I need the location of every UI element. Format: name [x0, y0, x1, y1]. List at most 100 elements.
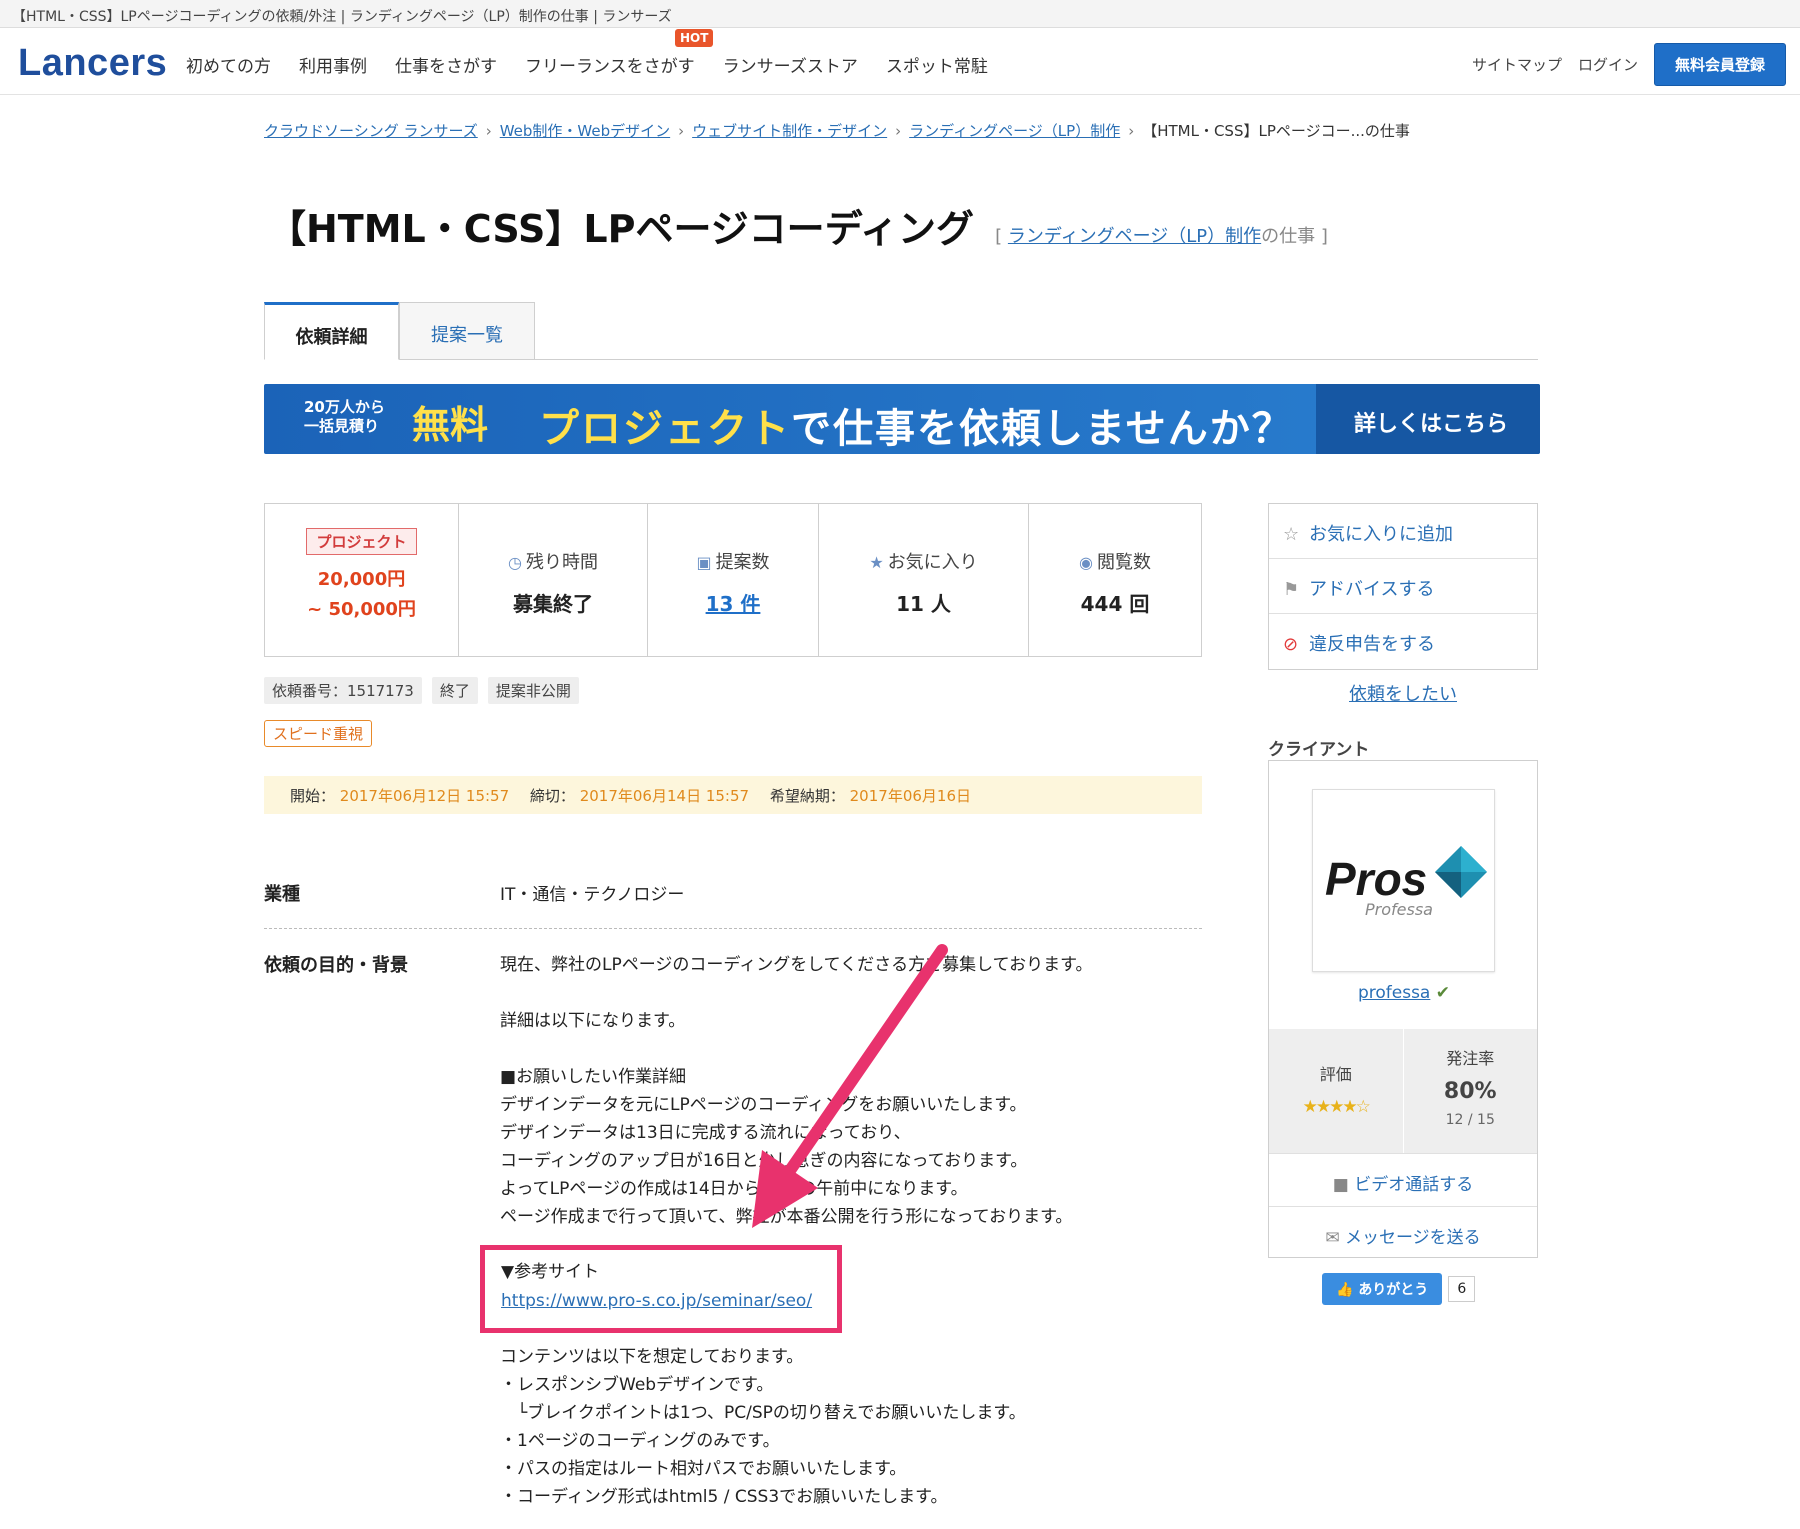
client-rates: 評価 ★★★★☆ 発注率 80% 12 / 15 — [1269, 1029, 1537, 1153]
nav-beginners[interactable]: 初めての方 — [186, 52, 271, 77]
video-call-button[interactable]: ■ ビデオ通話する — [1269, 1153, 1537, 1206]
remaining-label: ◷ 残り時間 — [459, 548, 647, 574]
body-line: ■お願いしたい作業詳細 — [500, 1067, 687, 1087]
client-username-link[interactable]: professa — [1358, 983, 1430, 1003]
job-id-tag: 依頼番号：1517173 — [264, 677, 422, 704]
report-button[interactable]: ⊘ 違反申告をする — [1269, 614, 1537, 669]
project-banner[interactable]: 20万人から 一括見積り 無料 プロジェクトで仕事を依頼しませんか？ 詳しくはこ… — [264, 384, 1540, 454]
order-rate-value: 80% — [1443, 1079, 1497, 1104]
body-line: ・コーディング形式はhtml5 / CSS3でお願いいたします。 — [500, 1487, 948, 1507]
body-line: デザインデータは13日に完成する流れになっており、 — [500, 1123, 911, 1143]
request-link[interactable]: 依頼をしたい — [1349, 684, 1457, 705]
industry-row: 業種 IT・通信・テクノロジー — [264, 880, 1202, 929]
proposals-count-link[interactable]: 13 件 — [706, 592, 761, 616]
body-line: ページ作成まで行って頂いて、弊社が本番公開を行う形になっております。 — [500, 1207, 1073, 1227]
start-label: 開始： — [290, 787, 336, 805]
stat-favorites: ★ お気に入り 11 人 — [819, 504, 1029, 656]
banner-free: 無料 — [412, 403, 489, 447]
body-line: ・レスポンシブWebデザインです。 — [500, 1375, 774, 1395]
project-badge: プロジェクト — [306, 528, 417, 555]
clock-icon: ◷ — [508, 553, 522, 572]
breadcrumb-separator: › — [895, 122, 902, 140]
job-stats: プロジェクト 20,000円 ~ 50,000円 ◷ 残り時間 募集終了 ▣ 提案数… — [264, 503, 1202, 657]
category-close: ] — [1320, 226, 1328, 247]
star-icon: ★ — [869, 553, 884, 572]
deadline-label: 締切： — [529, 787, 575, 805]
page-title: 【HTML・CSS】LPページコーディング — [268, 207, 975, 251]
body-line: ・パスの指定はルート相対パスでお願いいたします。 — [500, 1459, 907, 1479]
banner-left-line1: 20万人から — [304, 398, 385, 416]
header-right: サイトマップ ログイン 無料会員登録 — [1472, 43, 1786, 86]
star-outline-icon: ☆ — [1283, 524, 1300, 545]
prohibited-icon: ⊘ — [1283, 634, 1299, 655]
breadcrumb-web[interactable]: Web制作・Webデザイン — [500, 122, 670, 140]
login-link[interactable]: ログイン — [1578, 54, 1638, 75]
video-call-label: ビデオ通話する — [1354, 1175, 1474, 1195]
body-line: ・1ページのコーディングのみです。 — [500, 1431, 780, 1451]
add-favorite-button[interactable]: ☆ お気に入りに追加 — [1269, 504, 1537, 559]
advice-label: アドバイスする — [1309, 579, 1435, 600]
nav-store[interactable]: ランサーズストア — [723, 52, 858, 77]
remaining-label-text: 残り時間 — [525, 552, 598, 573]
client-username-row: professa ✔ — [1269, 983, 1539, 1003]
order-ratio: 12 / 15 — [1445, 1112, 1495, 1128]
nav-find-jobs[interactable]: 仕事をさがす — [395, 52, 497, 77]
tab-proposals[interactable]: 提案一覧 — [399, 302, 535, 360]
start-date: 2017年06月12日 15:57 — [339, 787, 510, 805]
favorites-label-text: お気に入り — [887, 552, 978, 573]
job-tags: 依頼番号：1517173 終了 提案非公開 — [264, 677, 579, 704]
price-min: 20,000円 — [317, 569, 406, 590]
breadcrumb-current: 【HTML・CSS】LPページコー...の仕事 — [1142, 122, 1410, 140]
job-detail: 業種 IT・通信・テクノロジー 依頼の目的・背景 現在、弊社のLPページのコーデ… — [264, 880, 1202, 1511]
speed-tag: スピード重視 — [264, 720, 373, 747]
hot-badge: HOT — [675, 29, 714, 47]
verified-user-icon: ✔ — [1435, 983, 1451, 1003]
tabs: 依頼詳細 提案一覧 — [264, 302, 1538, 360]
send-message-button[interactable]: ✉ メッセージを送る — [1269, 1206, 1537, 1259]
tab-detail[interactable]: 依頼詳細 — [264, 302, 399, 360]
date-bar: 開始： 2017年06月12日 15:57 締切： 2017年06月14日 15… — [264, 776, 1202, 814]
advice-button[interactable]: ⚑ アドバイスする — [1269, 559, 1537, 614]
thanks-widget: 👍 ありがとう 6 — [1322, 1273, 1476, 1305]
purpose-row: 依頼の目的・背景 現在、弊社のLPページのコーディングをしてくださる方を募集して… — [264, 929, 1202, 1511]
body-line: コンテンツは以下を想定しております。 — [500, 1347, 804, 1367]
lancers-logo[interactable]: Lancers — [18, 42, 167, 85]
title-row: 【HTML・CSS】LPページコーディング [ ランディングページ（LP）制作の… — [268, 198, 1328, 253]
global-nav: 初めての方 利用事例 仕事をさがす フリーランスをさがす HOT ランサーズストア… — [186, 29, 1016, 77]
sitemap-link[interactable]: サイトマップ — [1472, 54, 1562, 75]
thanks-label: ありがとう — [1358, 1282, 1429, 1298]
category-link[interactable]: ランディングページ（LP）制作 — [1008, 226, 1261, 247]
stat-proposals: ▣ 提案数 13 件 — [648, 504, 819, 656]
nav-find-freelancers[interactable]: フリーランスをさがす HOT — [525, 29, 714, 77]
breadcrumb-website[interactable]: ウェブサイト制作・デザイン — [692, 122, 887, 140]
thanks-button[interactable]: 👍 ありがとう — [1322, 1273, 1443, 1305]
video-camera-icon: ■ — [1332, 1175, 1349, 1195]
breadcrumb-home[interactable]: クラウドソーシング ランサーズ — [264, 122, 478, 140]
reference-url-link[interactable]: https://www.pro-s.co.jp/seminar/seo/ — [501, 1291, 812, 1311]
signup-button[interactable]: 無料会員登録 — [1653, 43, 1786, 86]
window-title: 【HTML・CSS】LPページコーディングの依頼/外注 | ランディングページ（… — [0, 0, 1800, 28]
client-order-rate: 発注率 80% 12 / 15 — [1404, 1029, 1538, 1153]
stat-price: プロジェクト 20,000円 ~ 50,000円 — [265, 504, 459, 656]
body-line: 詳細は以下になります。 — [500, 1011, 686, 1031]
banner-cta[interactable]: 詳しくはこちら — [1316, 384, 1540, 454]
body-line: コーディングのアップ日が16日と少し急ぎの内容になっております。 — [500, 1151, 1028, 1171]
body-line: └ブレイクポイントは1つ、PC/SPの切り替えでお願いいたします。 — [500, 1403, 1026, 1423]
body-line: デザインデータを元にLPページのコーディングをお願いいたします。 — [500, 1095, 1027, 1115]
stat-remaining: ◷ 残り時間 募集終了 — [459, 504, 648, 656]
breadcrumb-lp[interactable]: ランディングページ（LP）制作 — [909, 122, 1120, 140]
banner-left: 20万人から 一括見積り — [304, 398, 385, 436]
thanks-count: 6 — [1448, 1276, 1476, 1302]
industry-label: 業種 — [264, 884, 300, 905]
client-logo[interactable]: Pros Professa — [1312, 789, 1495, 972]
banner-main-highlight: プロジェクト — [539, 406, 791, 452]
industry-value: IT・通信・テクノロジー — [500, 885, 685, 905]
nav-case-studies[interactable]: 利用事例 — [299, 52, 367, 77]
client-heading: クライアント — [1268, 740, 1370, 760]
proposals-label: ▣ 提案数 — [648, 548, 818, 574]
proposals-label-text: 提案数 — [715, 552, 770, 573]
nav-spot[interactable]: スポット常駐 — [886, 52, 988, 77]
side-actions: ☆ お気に入りに追加 ⚑ アドバイスする ⊘ 違反申告をする — [1268, 503, 1538, 670]
breadcrumb-separator: › — [485, 122, 492, 140]
flag-icon: ⚑ — [1283, 579, 1300, 600]
